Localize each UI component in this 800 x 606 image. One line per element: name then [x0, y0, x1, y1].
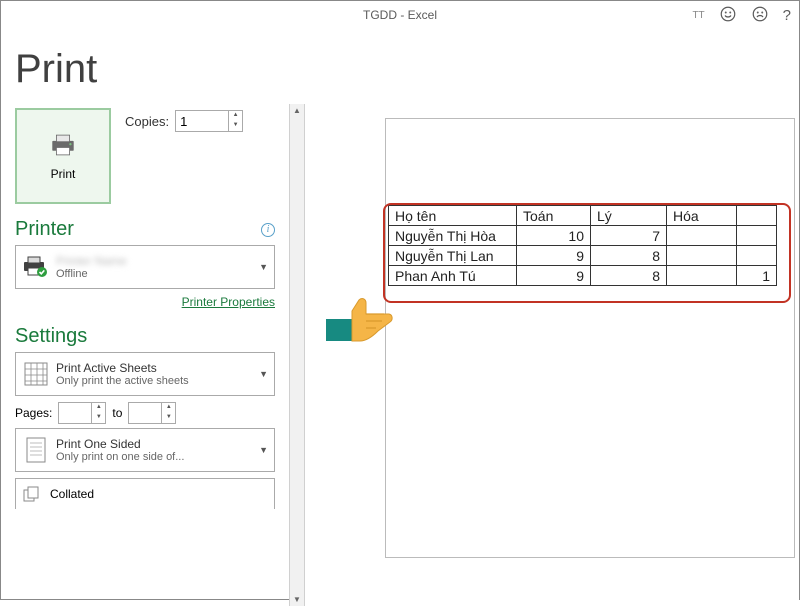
- printer-icon: [49, 131, 77, 159]
- pages-from-input[interactable]: [59, 403, 91, 423]
- printer-dropdown[interactable]: Printer Name Offline ▼: [15, 245, 275, 289]
- printer-status-icon: [22, 253, 50, 281]
- titlebar-right: TT ?: [692, 5, 791, 26]
- printer-properties-link[interactable]: Printer Properties: [182, 295, 275, 309]
- pointing-hand-icon: [326, 289, 396, 344]
- spinner-up-icon[interactable]: ▲: [92, 403, 105, 413]
- what-to-print-sub: Only print the active sheets: [56, 375, 253, 387]
- table-header: [737, 206, 777, 226]
- smile-face-icon[interactable]: [719, 5, 737, 26]
- spinner-down-icon[interactable]: ▼: [162, 413, 175, 423]
- print-preview-pane: Họ tên Toán Lý Hóa Nguyễn Thị Hòa 10 7 N…: [305, 104, 799, 606]
- frown-face-icon[interactable]: [751, 5, 769, 26]
- spinner-up-icon[interactable]: ▲: [162, 403, 175, 413]
- print-button-label: Print: [51, 167, 76, 181]
- spinner-down-icon[interactable]: ▼: [229, 121, 242, 131]
- copies-label: Copies:: [125, 114, 169, 129]
- account-initials[interactable]: TT: [692, 10, 704, 21]
- collated-icon: [22, 483, 44, 505]
- printer-heading: Printer: [15, 218, 74, 241]
- copies-spinner[interactable]: ▲▼: [175, 110, 243, 132]
- table-header: Lý: [591, 206, 667, 226]
- pages-row: Pages: ▲▼ to ▲▼: [15, 402, 289, 424]
- settings-heading: Settings: [15, 325, 87, 348]
- pages-to-input[interactable]: [129, 403, 161, 423]
- preview-page: Họ tên Toán Lý Hóa Nguyễn Thị Hòa 10 7 N…: [385, 118, 795, 558]
- collated-dropdown[interactable]: Collated: [15, 478, 275, 509]
- chevron-down-icon: ▼: [259, 262, 268, 272]
- table-header: Họ tên: [389, 206, 517, 226]
- collated-title: Collated: [50, 487, 94, 501]
- table-row: Họ tên Toán Lý Hóa: [389, 206, 777, 226]
- titlebar: TGDD - Excel TT ?: [1, 1, 799, 29]
- pages-label: Pages:: [15, 406, 52, 420]
- table-row: Nguyễn Thị Hòa 10 7: [389, 226, 777, 246]
- what-to-print-dropdown[interactable]: Print Active Sheets Only print the activ…: [15, 352, 275, 396]
- table-header: Hóa: [667, 206, 737, 226]
- app-title: TGDD - Excel: [363, 8, 437, 22]
- table-row: Nguyễn Thị Lan 9 8: [389, 246, 777, 266]
- table-row: Phan Anh Tú 9 8 1: [389, 266, 777, 286]
- page-title: Print: [1, 29, 799, 104]
- pages-from-spinner[interactable]: ▲▼: [58, 402, 106, 424]
- sides-title: Print One Sided: [56, 437, 253, 451]
- print-button[interactable]: Print: [15, 108, 111, 204]
- copies-input[interactable]: [176, 111, 228, 131]
- pages-to-label: to: [112, 406, 122, 420]
- scroll-up-icon[interactable]: ▲: [293, 104, 301, 117]
- sheets-icon: [22, 360, 50, 388]
- spinner-up-icon[interactable]: ▲: [229, 111, 242, 121]
- spinner-down-icon[interactable]: ▼: [92, 413, 105, 423]
- what-to-print-title: Print Active Sheets: [56, 361, 253, 375]
- info-icon[interactable]: i: [261, 223, 275, 237]
- settings-heading-row: Settings: [15, 325, 275, 348]
- printer-heading-row: Printer i: [15, 218, 275, 241]
- printer-name: Printer Name: [56, 254, 253, 268]
- chevron-down-icon: ▼: [259, 445, 268, 455]
- options-scrollbar[interactable]: ▲ ▼: [289, 104, 305, 606]
- preview-table: Họ tên Toán Lý Hóa Nguyễn Thị Hòa 10 7 N…: [388, 205, 777, 286]
- pages-to-spinner[interactable]: ▲▼: [128, 402, 176, 424]
- print-options-panel: Print Copies: ▲▼ Printer i Printer Name …: [1, 104, 289, 606]
- table-header: Toán: [517, 206, 591, 226]
- sides-dropdown[interactable]: Print One Sided Only print on one side o…: [15, 428, 275, 472]
- sides-sub: Only print on one side of...: [56, 451, 253, 463]
- help-icon[interactable]: ?: [783, 7, 791, 24]
- one-sided-icon: [22, 436, 50, 464]
- printer-status: Offline: [56, 268, 253, 280]
- chevron-down-icon: ▼: [259, 369, 268, 379]
